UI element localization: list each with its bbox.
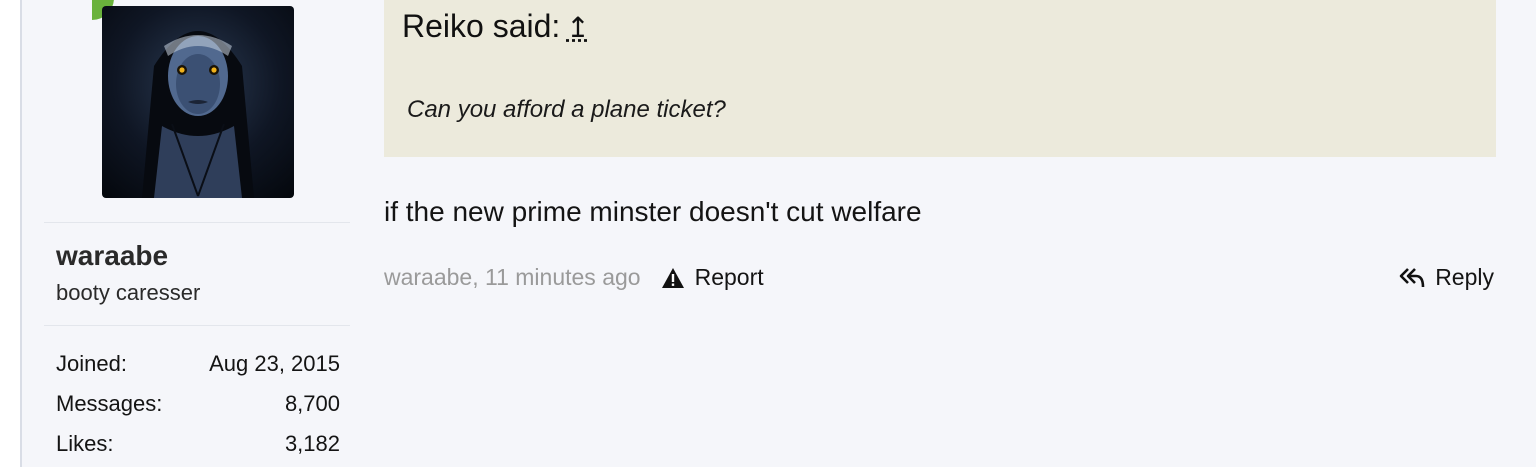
user-stats: Joined: Aug 23, 2015 Messages: 8,700 Lik… <box>56 344 340 464</box>
sidebar-divider <box>44 325 350 326</box>
avatar[interactable] <box>102 6 294 198</box>
stat-row-joined: Joined: Aug 23, 2015 <box>56 344 340 384</box>
post-author-time[interactable]: waraabe, 11 minutes ago <box>384 264 641 291</box>
stat-label: Messages: <box>56 391 163 416</box>
sidebar-divider <box>44 222 350 223</box>
stat-row-likes: Likes: 3,182 <box>56 424 340 464</box>
post-meta: waraabe, 11 minutes ago Report <box>384 264 764 291</box>
reply-button[interactable]: Reply <box>1399 264 1494 291</box>
quote-author: Reiko said: ↥ <box>402 8 590 45</box>
user-title: booty caresser <box>56 280 201 305</box>
quote-block: Reiko said: ↥ Can you afford a plane tick… <box>384 0 1496 157</box>
stat-value: Aug 23, 2015 <box>209 351 340 376</box>
stat-row-messages: Messages: 8,700 <box>56 384 340 424</box>
reply-icon <box>1399 267 1425 287</box>
post-message: if the new prime minster doesn't cut wel… <box>384 196 922 227</box>
username[interactable]: waraabe <box>56 240 168 272</box>
message-post: waraabe booty caresser Joined: Aug 23, 2… <box>20 0 1536 467</box>
up-arrow-icon[interactable]: ↥ <box>566 11 589 44</box>
report-button[interactable]: Report <box>661 264 764 291</box>
stat-label: Likes: <box>56 431 114 456</box>
quote-text: Can you afford a plane ticket? <box>407 96 726 123</box>
report-label: Report <box>694 264 764 290</box>
stat-value[interactable]: 8,700 <box>285 384 340 424</box>
nun-avatar-icon <box>142 31 254 198</box>
reply-label: Reply <box>1435 264 1494 290</box>
stat-label: Joined: <box>56 351 127 376</box>
warning-icon <box>661 267 684 288</box>
quote-author-label[interactable]: Reiko said: <box>402 8 560 44</box>
stat-value: 3,182 <box>284 431 340 456</box>
